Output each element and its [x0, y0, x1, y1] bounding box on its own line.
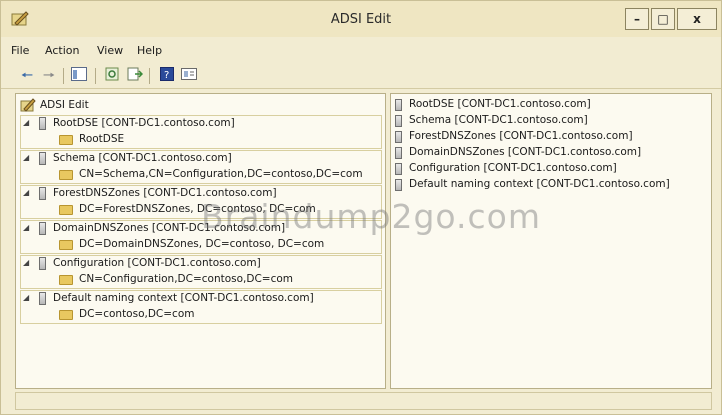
server-icon [395, 99, 402, 111]
toolbar-separator [63, 68, 64, 84]
adsi-edit-icon [20, 98, 36, 112]
list-item-label: Schema [CONT-DC1.contoso.com] [409, 114, 588, 126]
node-label: DomainDNSZones [CONT-DC1.contoso.com] [53, 222, 286, 234]
server-icon [39, 152, 46, 165]
server-icon [395, 115, 402, 127]
server-icon [395, 147, 402, 159]
expanded-triangle-icon[interactable]: ◢ [23, 188, 29, 197]
node-label: RootDSE [CONT-DC1.contoso.com] [53, 117, 235, 129]
expanded-triangle-icon[interactable]: ◢ [23, 258, 29, 267]
toolbar-separator [149, 68, 150, 84]
folder-icon [59, 275, 73, 285]
toolbar: 🠔 🠖 ? [1, 63, 721, 89]
list-item-label: Configuration [CONT-DC1.contoso.com] [409, 162, 617, 174]
title-bar[interactable]: ADSI Edit – □ x [1, 1, 721, 37]
menu-file[interactable]: File [11, 44, 29, 57]
tree-node-configuration: ◢ Configuration [CONT-DC1.contoso.com] C… [20, 255, 382, 289]
node-label: ForestDNSZones [CONT-DC1.contoso.com] [53, 187, 277, 199]
tree-pane[interactable]: ADSI Edit ◢ RootDSE [CONT-DC1.contoso.co… [15, 93, 386, 389]
export-list-icon[interactable] [125, 67, 145, 85]
help-icon[interactable]: ? [157, 67, 177, 85]
server-icon [39, 292, 46, 305]
tree-node-rootdse: ◢ RootDSE [CONT-DC1.contoso.com] RootDSE [20, 115, 382, 149]
child-label: CN=Schema,CN=Configuration,DC=contoso,DC… [79, 168, 363, 180]
expanded-triangle-icon[interactable]: ◢ [23, 153, 29, 162]
show-hide-tree-icon[interactable] [69, 67, 89, 85]
menu-view[interactable]: View [97, 44, 123, 57]
svg-text:?: ? [164, 70, 169, 81]
server-icon [39, 187, 46, 200]
forward-arrow-icon[interactable]: 🠖 [39, 67, 59, 85]
maximize-button[interactable]: □ [651, 8, 675, 30]
properties-icon[interactable] [179, 67, 199, 85]
menu-action[interactable]: Action [45, 44, 79, 57]
server-icon [39, 222, 46, 235]
child-label: CN=Configuration,DC=contoso,DC=com [79, 273, 294, 285]
folder-icon [59, 205, 73, 215]
tree-node-schema: ◢ Schema [CONT-DC1.contoso.com] CN=Schem… [20, 150, 382, 184]
server-icon [395, 131, 402, 143]
menu-help[interactable]: Help [137, 44, 162, 57]
server-icon [39, 117, 46, 130]
expanded-triangle-icon[interactable]: ◢ [23, 118, 29, 127]
folder-icon [59, 135, 73, 145]
menu-bar: File Action View Help [1, 39, 721, 61]
node-label: Schema [CONT-DC1.contoso.com] [53, 152, 232, 164]
child-label: DC=DomainDNSZones, DC=contoso, DC=com [79, 238, 325, 250]
tree-node-forestdnszones: ◢ ForestDNSZones [CONT-DC1.contoso.com] … [20, 185, 382, 219]
server-icon [39, 257, 46, 270]
child-label: DC=contoso,DC=com [79, 308, 195, 320]
expanded-triangle-icon[interactable]: ◢ [23, 293, 29, 302]
folder-icon [59, 310, 73, 320]
toolbar-separator [95, 68, 96, 84]
close-button[interactable]: x [677, 8, 717, 30]
status-bar [15, 392, 712, 410]
child-label: RootDSE [79, 133, 125, 145]
folder-icon [59, 170, 73, 180]
minimize-button[interactable]: – [625, 8, 649, 30]
back-arrow-icon[interactable]: 🠔 [17, 67, 37, 85]
tree-node-domaindnszones: ◢ DomainDNSZones [CONT-DC1.contoso.com] … [20, 220, 382, 254]
node-label: Default naming context [CONT-DC1.contoso… [53, 292, 314, 304]
details-pane[interactable]: RootDSE [CONT-DC1.contoso.com] Schema [C… [390, 93, 712, 389]
child-label: DC=ForestDNSZones, DC=contoso, DC=com [79, 203, 316, 215]
server-icon [395, 179, 402, 191]
tree-node-default-naming-context: ◢ Default naming context [CONT-DC1.conto… [20, 290, 382, 324]
window-title: ADSI Edit [330, 12, 392, 27]
node-label: Configuration [CONT-DC1.contoso.com] [53, 257, 261, 269]
list-item-label: DomainDNSZones [CONT-DC1.contoso.com] [409, 146, 642, 158]
folder-icon [59, 240, 73, 250]
list-item-label: RootDSE [CONT-DC1.contoso.com] [409, 98, 591, 110]
server-icon [395, 163, 402, 175]
refresh-icon[interactable] [103, 67, 123, 85]
list-item-label: ForestDNSZones [CONT-DC1.contoso.com] [409, 130, 633, 142]
adsi-edit-window: ADSI Edit – □ x File Action View Help 🠔 … [0, 0, 722, 415]
expanded-triangle-icon[interactable]: ◢ [23, 223, 29, 232]
tree-root-label: ADSI Edit [40, 99, 89, 111]
list-item-label: Default naming context [CONT-DC1.contoso… [409, 178, 670, 190]
